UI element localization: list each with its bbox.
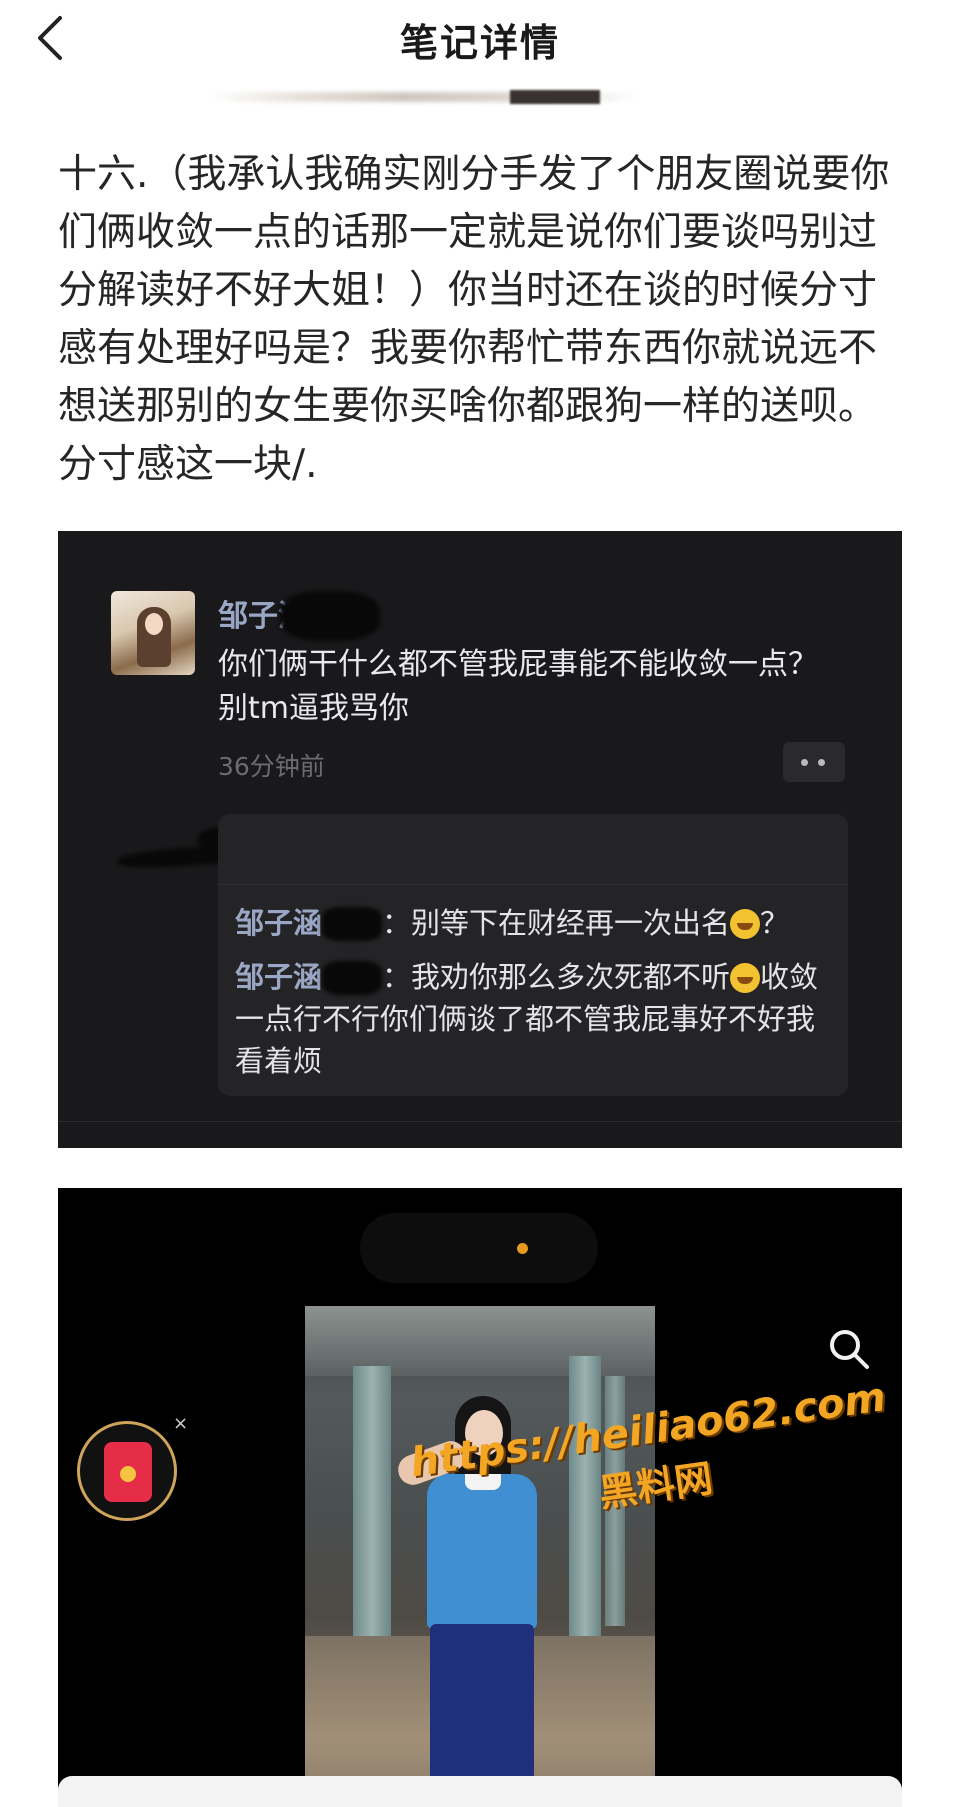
comment-text: 你们俩干什么都不管我屁事能不能收敛一点？别tm逼我骂你 xyxy=(218,647,818,726)
reply-author[interactable]: 邹子涵 xyxy=(235,960,322,994)
laughing-emoji-icon xyxy=(730,909,761,939)
censor-mark xyxy=(280,591,380,641)
divider xyxy=(218,884,848,885)
close-icon[interactable]: × xyxy=(173,1413,188,1434)
bottom-bar-fragment xyxy=(58,1776,902,1807)
censor-mark xyxy=(322,907,383,941)
reply-thread: 邹子涵 ：别等下在财经再一次出名？ 邹子涵 ：我劝你那么多次死都不听 收敛一点行不行你… xyxy=(218,814,848,1096)
dot-icon xyxy=(818,759,825,766)
reply-author[interactable]: 邹子涵 xyxy=(235,906,322,940)
red-packet-button[interactable] xyxy=(77,1421,177,1521)
reply-item[interactable]: 邹子涵 ：别等下在财经再一次出名？ xyxy=(235,902,835,944)
video-frame[interactable] xyxy=(305,1306,655,1807)
red-packet-seal xyxy=(120,1466,136,1482)
page-title: 笔记详情 xyxy=(399,21,560,65)
camera-dot xyxy=(517,1243,528,1254)
laughing-emoji-icon xyxy=(730,963,761,993)
pillar xyxy=(353,1366,391,1656)
comment-screenshot[interactable]: 邹子涵 你们俩干什么都不管我屁事能不能收敛一点？别tm逼我骂你 36分钟前 邹子… xyxy=(58,531,902,1148)
reply-item[interactable]: 邹子涵 ：我劝你那么多次死都不听 收敛一点行不行你们俩谈了都不管我屁事好不好我看着烦 xyxy=(235,956,835,1082)
dynamic-island xyxy=(360,1213,598,1283)
dot-icon xyxy=(801,759,808,766)
avatar xyxy=(111,591,195,675)
post-body-text: 十六.（我承认我确实刚分手发了个朋友圈说要你们俩收敛一点的话那一定就是说你们要谈… xyxy=(58,152,890,487)
comment-time: 36分钟前 xyxy=(218,752,325,781)
censor-mark xyxy=(322,961,383,995)
search-icon[interactable] xyxy=(826,1326,872,1372)
more-options-button[interactable] xyxy=(783,742,845,782)
divider xyxy=(58,1121,902,1122)
top-nav-bar: 笔记详情 xyxy=(0,0,960,78)
previous-image-fragment xyxy=(210,86,640,108)
